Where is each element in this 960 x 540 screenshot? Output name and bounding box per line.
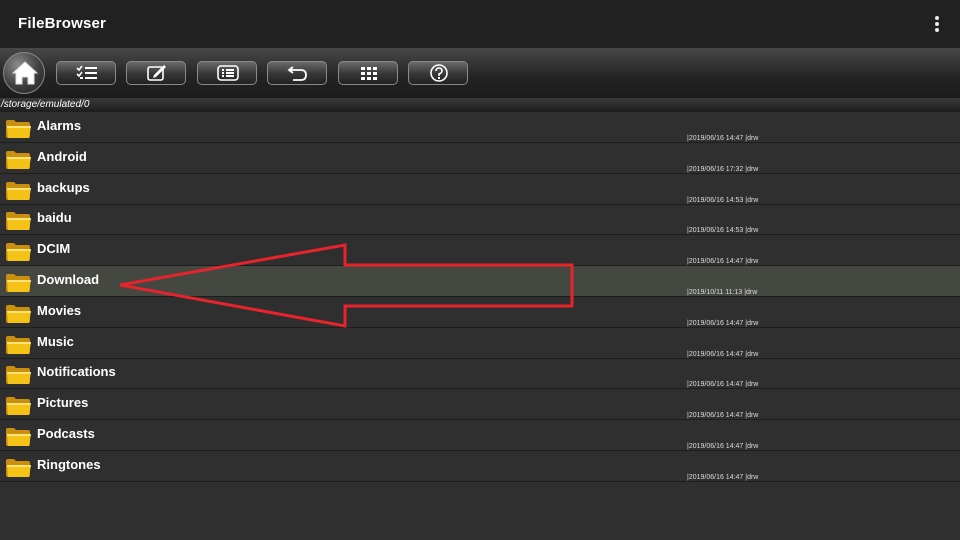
help-icon bbox=[430, 64, 448, 82]
file-meta: |2019/06/16 14:47 |drw bbox=[687, 381, 759, 389]
file-name: baidu bbox=[37, 210, 72, 226]
list-icon bbox=[217, 65, 239, 81]
folder-icon bbox=[6, 335, 31, 354]
file-name: Ringtones bbox=[37, 456, 101, 472]
grid-icon bbox=[361, 67, 377, 80]
toolbar bbox=[0, 48, 960, 98]
home-button[interactable] bbox=[3, 52, 45, 94]
file-meta: |2019/06/16 14:47 |drw bbox=[687, 443, 759, 450]
multi-select-button[interactable] bbox=[56, 61, 116, 85]
folder-icon bbox=[6, 366, 31, 385]
file-name: Pictures bbox=[37, 395, 89, 411]
list-item[interactable]: backups |2019/06/16 14:53 |drw bbox=[0, 174, 960, 205]
folder-icon bbox=[6, 397, 31, 416]
file-meta: |2019/06/16 14:47 |drw bbox=[687, 258, 759, 266]
list-item[interactable]: DCIM |2019/06/16 14:47 |drw bbox=[0, 235, 960, 267]
list-item[interactable]: Android |2019/06/16 17:32 |drw bbox=[0, 143, 960, 174]
file-meta: |2019/06/16 14:47 |drw bbox=[687, 135, 759, 142]
file-meta: |2019/06/16 17:32 |drw bbox=[687, 165, 759, 173]
list-view-button[interactable] bbox=[197, 61, 257, 85]
list-item[interactable]: Music |2019/06/16 14:47 |drw bbox=[0, 328, 960, 359]
folder-icon bbox=[6, 243, 31, 262]
list-item[interactable]: baidu |2019/06/16 14:53 |drw bbox=[0, 204, 960, 236]
folder-icon bbox=[6, 274, 31, 292]
file-name: Notifications bbox=[37, 364, 116, 380]
edit-button[interactable] bbox=[126, 61, 186, 85]
undo-icon bbox=[287, 66, 307, 81]
file-meta: |2019/06/16 14:53 |drw bbox=[687, 196, 759, 204]
file-meta: |2019/06/16 14:53 |drw bbox=[687, 227, 759, 235]
file-meta: |2019/06/16 14:47 |drw bbox=[687, 473, 759, 481]
folder-icon bbox=[6, 428, 31, 446]
list-item[interactable]: Pictures |2019/06/16 14:47 |drw bbox=[0, 389, 960, 421]
more-vert-icon[interactable] bbox=[928, 14, 946, 34]
folder-icon bbox=[6, 212, 31, 231]
file-name: Android bbox=[37, 148, 87, 164]
file-meta: |2019/10/11 11:13 |drw bbox=[687, 289, 758, 296]
list-item[interactable]: Podcasts |2019/06/16 14:47 |drw bbox=[0, 420, 960, 451]
list-item[interactable]: Download |2019/10/11 11:13 |drw bbox=[0, 266, 960, 297]
home-icon bbox=[12, 61, 38, 85]
list-item[interactable]: Ringtones |2019/06/16 14:47 |drw bbox=[0, 451, 960, 482]
file-name: Music bbox=[37, 333, 74, 349]
file-name: Movies bbox=[37, 302, 82, 318]
grid-view-button[interactable] bbox=[338, 61, 398, 85]
file-meta: |2019/06/16 14:47 |drw bbox=[687, 319, 759, 327]
list-item[interactable]: Notifications |2019/06/16 14:47 |drw bbox=[0, 358, 960, 390]
edit-icon bbox=[147, 65, 166, 81]
back-button[interactable] bbox=[267, 61, 327, 85]
title-bar: FileBrowser bbox=[0, 0, 960, 48]
folder-icon bbox=[6, 458, 31, 477]
file-meta: |2019/06/16 14:47 |drw bbox=[687, 412, 759, 420]
file-name: Alarms bbox=[37, 118, 82, 133]
folder-icon bbox=[6, 304, 31, 323]
file-name: Download bbox=[37, 272, 100, 287]
app-title: FileBrowser bbox=[18, 15, 107, 32]
folder-icon bbox=[6, 150, 31, 169]
folder-icon bbox=[6, 181, 31, 200]
list-item[interactable]: Movies |2019/06/16 14:47 |drw bbox=[0, 297, 960, 328]
checklist-icon bbox=[76, 65, 97, 79]
list-item[interactable]: Alarms |2019/06/16 14:47 |drw bbox=[0, 112, 960, 143]
file-meta: |2019/06/16 14:47 |drw bbox=[687, 350, 759, 358]
file-name: Podcasts bbox=[37, 426, 95, 441]
current-path-text: /storage/emulated/0 bbox=[1, 99, 90, 110]
file-name: backups bbox=[37, 179, 90, 195]
file-name: DCIM bbox=[37, 241, 71, 257]
folder-icon bbox=[6, 120, 31, 138]
help-button[interactable] bbox=[408, 61, 468, 85]
current-path: /storage/emulated/0 bbox=[0, 98, 960, 112]
